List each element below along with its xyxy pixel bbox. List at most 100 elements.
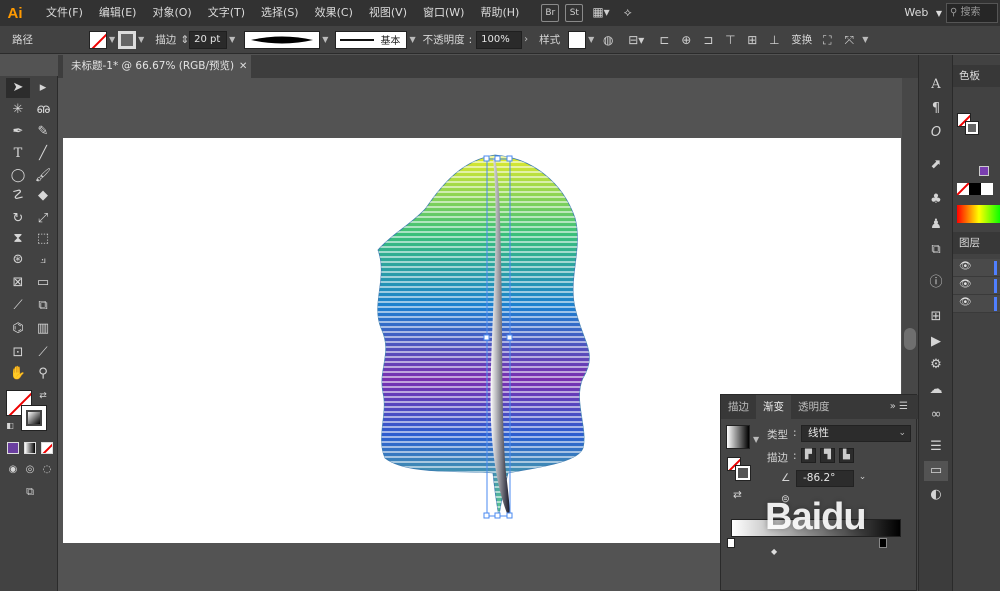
eraser-tool-icon[interactable]: ◆ <box>31 186 55 206</box>
menu-file[interactable]: 文件(F) <box>38 0 91 26</box>
vertical-scroll-thumb[interactable] <box>904 328 916 350</box>
gradient-stroke-box[interactable] <box>735 465 751 481</box>
stroke-dropdown-icon[interactable]: ▼ <box>138 35 144 44</box>
visibility-eye-icon[interactable]: 👁︎ <box>959 297 972 308</box>
isolate-icon[interactable]: ⛶ <box>816 30 838 50</box>
layer-row[interactable]: 👁︎ <box>953 277 1000 295</box>
stroke-weight-dropdown-icon[interactable]: ▼ <box>229 35 235 44</box>
variable-width-profile[interactable]: 基本 <box>335 30 408 49</box>
lasso-tool-icon[interactable]: ഌ <box>31 100 55 120</box>
color-mode-button[interactable] <box>7 442 19 454</box>
gradient-stop-left[interactable] <box>727 538 735 548</box>
menu-help[interactable]: 帮助(H) <box>472 0 527 26</box>
cc-libraries-icon[interactable]: ☁ <box>924 380 948 400</box>
rotate-tool-icon[interactable]: ↻ <box>6 209 30 229</box>
stroke-stepper-icon[interactable]: ⇕ <box>180 34 189 46</box>
brush-profile-preview[interactable] <box>244 30 321 49</box>
opacity-field[interactable]: 100% <box>476 30 523 49</box>
zoom-tool-icon[interactable]: ⚲ <box>31 364 55 384</box>
appearance-panel-icon[interactable]: ⚙ <box>924 355 948 375</box>
puppet-panel-icon[interactable]: ♟ <box>924 215 948 235</box>
curvature-tool-icon[interactable]: ✎ <box>31 122 55 142</box>
graphic-style-swatch[interactable] <box>568 30 587 49</box>
gradient-mode-button[interactable] <box>24 442 36 454</box>
swap-fill-stroke-icon[interactable]: ⇄ <box>36 390 50 402</box>
panel-menu-icon[interactable]: » ☰ <box>890 395 908 419</box>
layers-panel-tab[interactable]: 图层 <box>953 232 1000 254</box>
color-spectrum[interactable] <box>957 205 1000 223</box>
color-panel-tab[interactable]: 色板 <box>953 65 1000 87</box>
tab-transparency[interactable]: 透明度 <box>791 395 837 419</box>
layer-row[interactable]: 👁︎ <box>953 295 1000 313</box>
free-transform-tool-icon[interactable]: ⬚ <box>31 229 55 249</box>
reverse-gradient-icon[interactable]: ⇄ <box>733 489 742 501</box>
stroke-swatch[interactable] <box>118 30 137 49</box>
width-tool-icon[interactable]: ⧗ <box>6 229 30 249</box>
default-fill-stroke-icon[interactable]: ◧ <box>4 420 16 432</box>
transform-button[interactable]: 变换 <box>791 32 812 47</box>
align-vcenter-icon[interactable]: ⊞ <box>741 30 763 50</box>
line-tool-icon[interactable]: ╱ <box>31 144 55 164</box>
export-panel-icon[interactable]: ⬈ <box>924 155 948 175</box>
gradient-tool-icon[interactable]: ▭ <box>31 273 55 293</box>
apply-within-stroke-icon[interactable]: ▛ <box>801 448 816 463</box>
gradient-midpoint[interactable]: ◆ <box>771 547 777 556</box>
info-panel-icon[interactable]: ⓘ <box>924 273 948 293</box>
magic-wand-tool-icon[interactable]: ✳ <box>6 100 30 120</box>
draw-behind-icon[interactable]: ◎ <box>21 460 39 480</box>
menu-window[interactable]: 窗口(W) <box>415 0 472 26</box>
blend-tool-icon[interactable]: ⧉ <box>31 296 55 316</box>
scale-tool-icon[interactable]: ⤢ <box>31 209 55 229</box>
gpu-performance-icon[interactable]: ⟡ <box>619 4 637 22</box>
stock-button[interactable]: St <box>565 4 584 22</box>
align-to-icon[interactable]: ⊟▾ <box>625 30 647 50</box>
mesh-tool-icon[interactable]: ⊠ <box>6 273 30 293</box>
menu-type[interactable]: 文字(T) <box>200 0 253 26</box>
draw-inside-icon[interactable]: ◌ <box>38 460 56 480</box>
align-left-icon[interactable]: ⊏ <box>653 30 675 50</box>
gradient-preview-swatch[interactable] <box>726 425 750 449</box>
hand-tool-icon[interactable]: ✋ <box>6 364 30 384</box>
pen-tool-icon[interactable]: ✒ <box>6 122 30 142</box>
fill-dropdown-icon[interactable]: ▼ <box>109 35 115 44</box>
column-graph-tool-icon[interactable]: ▥ <box>31 319 55 339</box>
paragraph-panel-icon[interactable]: ¶ <box>924 99 948 119</box>
workspace-switcher[interactable]: Web ▼ <box>904 4 942 22</box>
artboards-panel-icon[interactable]: ⊞ <box>924 307 948 327</box>
selection-tool-icon[interactable]: ➤ <box>6 78 30 98</box>
search-input[interactable]: ⚲ 搜索 <box>946 3 998 23</box>
layer-row[interactable]: 👁︎ <box>953 259 1000 277</box>
close-icon[interactable]: ✕ <box>239 55 247 78</box>
slice-tool-icon[interactable]: ⟋ <box>31 343 55 363</box>
transparency-panel-icon[interactable]: ◐ <box>924 485 948 505</box>
arrange-documents-icon[interactable]: ▦▾ <box>589 4 612 22</box>
symbol-sprayer-tool-icon[interactable]: ⌬ <box>6 319 30 339</box>
type-tool-icon[interactable]: T <box>6 144 30 164</box>
none-mode-button[interactable] <box>41 442 53 454</box>
direct-selection-tool-icon[interactable]: ▸ <box>31 78 55 98</box>
stroke-weight-field[interactable]: 20 pt <box>189 30 228 49</box>
draw-normal-icon[interactable]: ◉ <box>4 460 22 480</box>
menu-edit[interactable]: 编辑(E) <box>91 0 145 26</box>
menu-view[interactable]: 视图(V) <box>361 0 415 26</box>
screen-mode-icon[interactable]: ⧉ <box>18 482 42 502</box>
brush-dropdown-icon[interactable]: ▼ <box>322 35 328 44</box>
opacity-arrow-icon[interactable]: › <box>524 34 528 45</box>
align-top-icon[interactable]: ⊤ <box>719 30 741 50</box>
menu-object[interactable]: 对象(O) <box>144 0 199 26</box>
align-bottom-icon[interactable]: ⊥ <box>763 30 785 50</box>
gradient-preview-dropdown-icon[interactable]: ▼ <box>753 435 759 444</box>
gradient-angle-field[interactable]: -86.2° <box>796 470 854 487</box>
visibility-eye-icon[interactable]: 👁︎ <box>959 279 972 290</box>
gradient-panel-icon[interactable]: ▭ <box>924 461 948 481</box>
stroke-panel-icon[interactable]: ☰ <box>924 437 948 457</box>
none-swatch[interactable] <box>957 183 969 195</box>
stroke-color-box[interactable] <box>21 405 47 431</box>
align-hcenter-icon[interactable]: ⊕ <box>675 30 697 50</box>
tab-stroke[interactable]: 描边 <box>721 395 756 419</box>
gradient-type-select[interactable]: 线性 ⌄ <box>801 425 911 442</box>
gradient-stop-right[interactable] <box>879 538 887 548</box>
artboard-tool-icon[interactable]: ⊡ <box>6 343 30 363</box>
style-dropdown-icon[interactable]: ▼ <box>588 35 594 44</box>
black-swatch[interactable] <box>969 183 981 195</box>
